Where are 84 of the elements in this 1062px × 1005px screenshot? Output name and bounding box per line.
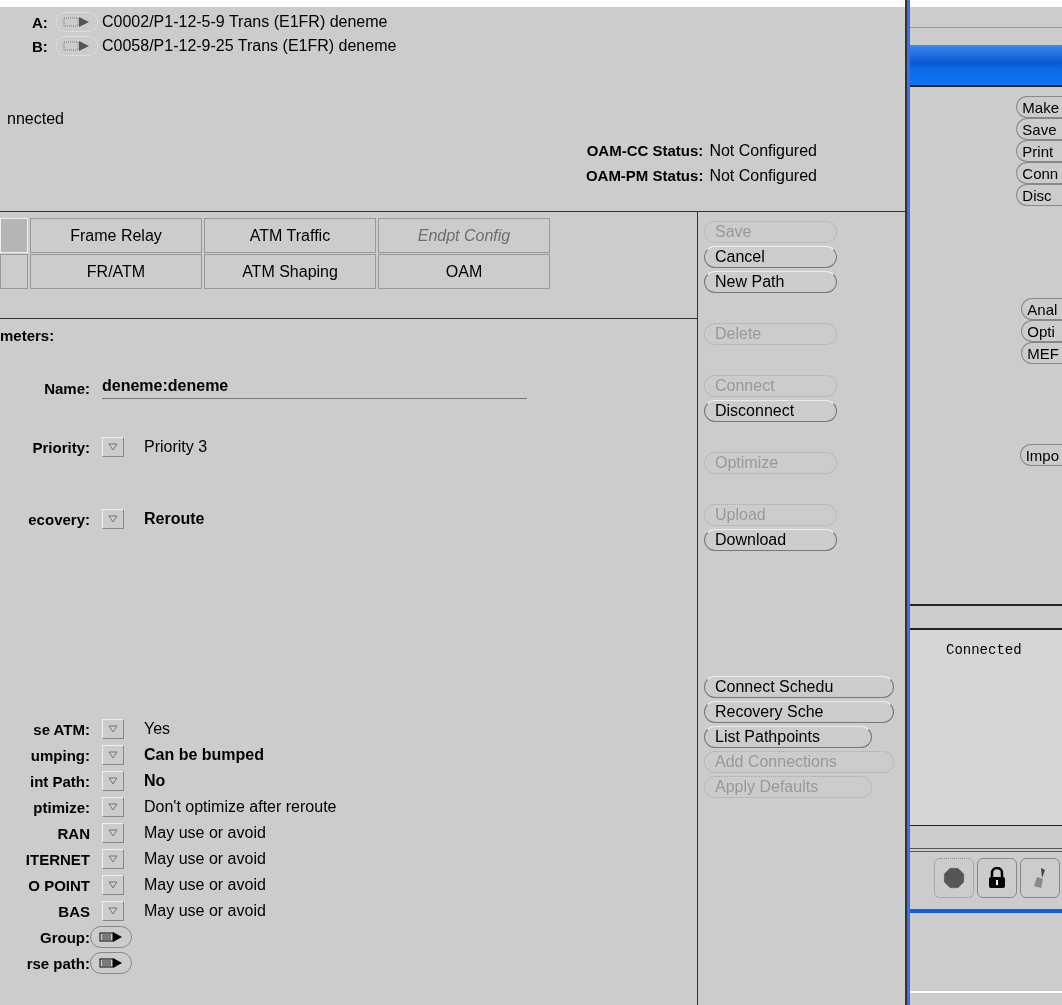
field-value: Can be bumped: [144, 746, 264, 764]
side-button[interactable]: Impo: [1019, 444, 1062, 466]
endpoint-value: C0002/P1-12-5-9 Trans (E1FR) deneme: [102, 13, 388, 31]
triangle-icon: [108, 751, 118, 759]
field-value: Reroute: [144, 510, 205, 528]
field-label: int Path:: [29, 772, 90, 790]
dropdown-button[interactable]: [102, 875, 124, 895]
field-value: May use or avoid: [144, 876, 266, 894]
triangle-icon: [108, 443, 118, 451]
field-label: ptimize:: [32, 798, 90, 816]
lock-icon: [988, 867, 1006, 889]
field-value: May use or avoid: [144, 850, 266, 868]
action-button[interactable]: Recovery Sche: [704, 701, 894, 723]
side-button[interactable]: Save: [1016, 118, 1062, 140]
triangle-icon: [108, 803, 118, 811]
field-label: BAS: [57, 902, 90, 920]
connection-status: nnected: [7, 110, 65, 128]
open-button[interactable]: [90, 952, 132, 974]
tab[interactable]: ATM Shaping: [204, 254, 376, 289]
side-button[interactable]: Disc: [1016, 184, 1062, 206]
field-value: Don't optimize after reroute: [144, 798, 337, 816]
field-label: ITERNET: [24, 850, 90, 868]
field-label: umping:: [29, 746, 90, 764]
action-button[interactable]: New Path: [704, 271, 837, 293]
dropdown-button[interactable]: [102, 849, 124, 869]
dropdown-button[interactable]: [102, 901, 124, 921]
field-label: Group:: [39, 928, 90, 946]
tab[interactable]: [0, 254, 28, 289]
endpoint-value: C0058/P1-12-9-25 Trans (E1FR) deneme: [102, 37, 397, 55]
arrow-icon: [98, 956, 124, 970]
dropdown-button[interactable]: [102, 509, 124, 529]
triangle-icon: [108, 725, 118, 733]
field-value: May use or avoid: [144, 902, 266, 920]
section-title: meters:: [0, 327, 56, 346]
oam-status-value: Not Configured: [709, 166, 817, 185]
tab[interactable]: FR/ATM: [30, 254, 202, 289]
field-label: se ATM:: [32, 720, 90, 738]
dropdown-button[interactable]: [102, 437, 124, 457]
lock-button[interactable]: [977, 858, 1017, 898]
triangle-icon: [108, 515, 118, 523]
side-button[interactable]: Opti: [1021, 320, 1062, 342]
triangle-icon: [108, 855, 118, 863]
field-label: ecovery:: [27, 510, 90, 528]
field-value: Yes: [144, 720, 171, 738]
field-value: May use or avoid: [144, 824, 266, 842]
log-entry: Connected: [946, 642, 1022, 658]
dropdown-button[interactable]: [102, 797, 124, 817]
field-label: Name:: [43, 379, 90, 397]
side-button[interactable]: Print: [1016, 140, 1062, 162]
open-button[interactable]: [90, 926, 132, 948]
name-field[interactable]: deneme:deneme: [102, 377, 527, 399]
oam-status-label: OAM-PM Status:: [585, 167, 704, 184]
endpoint-label: A:: [32, 13, 49, 31]
dropdown-button[interactable]: [102, 745, 124, 765]
action-button[interactable]: Connect Schedu: [704, 676, 894, 698]
endpoint-label: B:: [32, 37, 49, 55]
octagon-icon: [943, 867, 965, 889]
triangle-icon: [108, 907, 118, 915]
triangle-icon: [108, 829, 118, 837]
side-button[interactable]: Conn: [1016, 162, 1062, 184]
arrow-icon: [98, 930, 124, 944]
tab[interactable]: OAM: [378, 254, 550, 289]
oam-status-value: Not Configured: [709, 141, 817, 160]
action-button[interactable]: Disconnect: [704, 400, 837, 422]
side-button[interactable]: MEF: [1021, 342, 1062, 364]
side-button[interactable]: Make: [1016, 96, 1062, 118]
tab[interactable]: Frame Relay: [30, 218, 202, 253]
action-button[interactable]: Cancel: [704, 246, 837, 268]
action-button[interactable]: Download: [704, 529, 837, 551]
field-value: Priority 3: [144, 438, 208, 456]
tab[interactable]: ATM Traffic: [204, 218, 376, 253]
action-button[interactable]: List Pathpoints: [704, 726, 872, 748]
triangle-icon: [108, 777, 118, 785]
dropdown-button[interactable]: [102, 771, 124, 791]
field-label: Priority:: [31, 438, 90, 456]
side-button[interactable]: Anal: [1021, 298, 1062, 320]
dropdown-button[interactable]: [102, 823, 124, 843]
field-label: RAN: [56, 824, 90, 842]
dropdown-button[interactable]: [102, 719, 124, 739]
field-label: O POINT: [27, 876, 90, 894]
triangle-icon: [108, 881, 118, 889]
field-value: No: [144, 772, 166, 790]
field-label: rse path:: [25, 954, 90, 972]
oam-status-label: OAM-CC Status:: [586, 142, 704, 159]
